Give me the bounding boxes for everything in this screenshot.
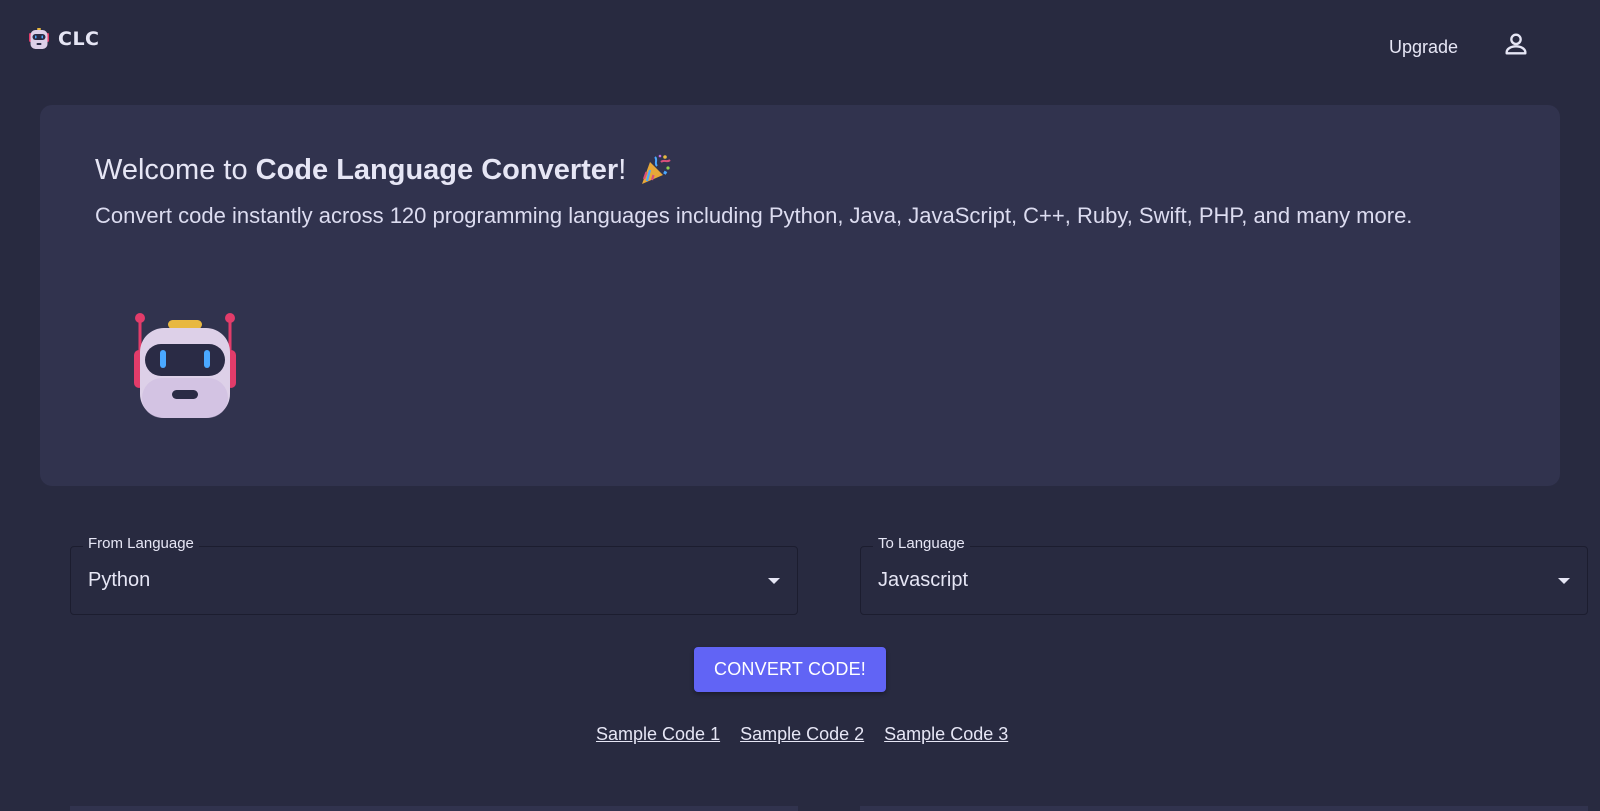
sample-code-3-link[interactable]: Sample Code 3: [884, 724, 1008, 745]
from-language-label: From Language: [83, 535, 199, 552]
upgrade-link[interactable]: Upgrade: [1389, 37, 1458, 58]
to-language-value: Javascript: [878, 569, 969, 591]
chevron-down-icon: [768, 578, 780, 584]
welcome-title-app-name: Code Language Converter: [255, 153, 619, 186]
source-code-panel[interactable]: [70, 806, 798, 811]
brand[interactable]: CLC: [28, 27, 100, 51]
to-language-select[interactable]: To Language Javascript: [860, 535, 1588, 615]
sample-code-2-link[interactable]: Sample Code 2: [740, 724, 864, 745]
brand-name: CLC: [58, 28, 100, 50]
sample-code-links: Sample Code 1 Sample Code 2 Sample Code …: [596, 724, 1008, 745]
converted-code-panel[interactable]: [860, 806, 1588, 811]
from-language-value: Python: [88, 569, 151, 591]
chevron-down-icon: [1558, 578, 1570, 584]
party-popper-icon: [642, 154, 671, 184]
convert-code-button[interactable]: CONVERT CODE!: [694, 647, 886, 692]
welcome-subtitle: Convert code instantly across 120 progra…: [95, 203, 1413, 228]
user-icon[interactable]: [1502, 30, 1530, 58]
robot-icon: [134, 313, 236, 418]
to-language-label: To Language: [873, 535, 970, 552]
welcome-title-suffix: !: [618, 153, 627, 186]
welcome-title: Welcome to Code Language Converter !: [95, 153, 672, 187]
robot-logo-icon: [29, 28, 49, 49]
welcome-panel: Welcome to Code Language Converter ! Con…: [40, 105, 1560, 486]
app-header: CLC Upgrade: [0, 0, 1600, 90]
from-language-select[interactable]: From Language Python: [70, 535, 798, 615]
sample-code-1-link[interactable]: Sample Code 1: [596, 724, 720, 745]
welcome-title-prefix: Welcome to: [95, 153, 248, 186]
